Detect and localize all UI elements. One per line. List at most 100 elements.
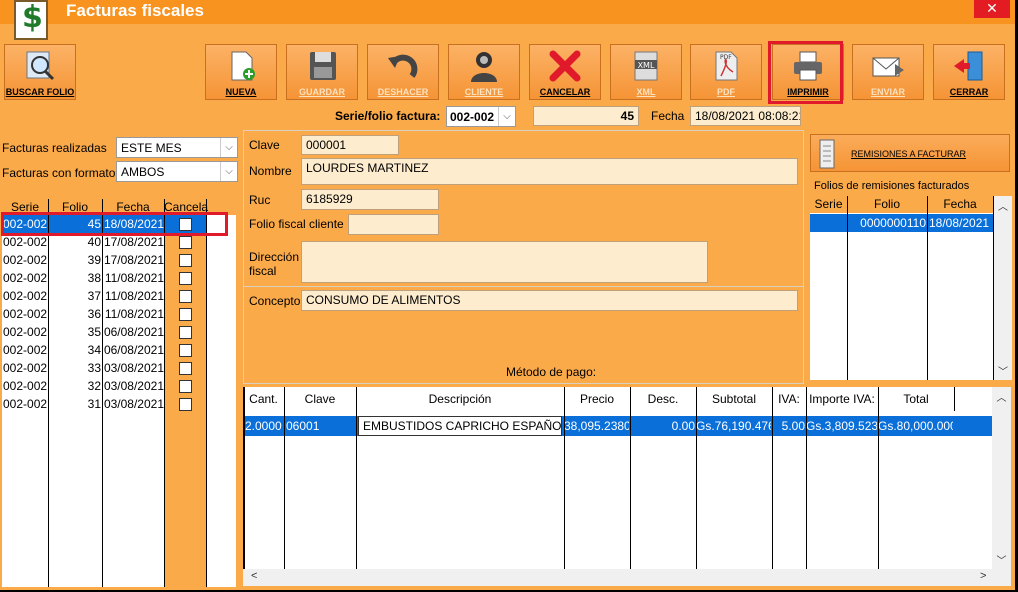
col-divider [927, 196, 928, 380]
chevron-down-icon: ⌵ [220, 162, 237, 181]
pdf-file-icon: PDF [715, 51, 738, 81]
facturas-formato-value: AMBOS [121, 165, 165, 179]
cancela-checkbox[interactable] [179, 362, 192, 375]
cancel-x-icon [549, 50, 581, 82]
concepto-field[interactable]: CONSUMO DE ALIMENTOS [301, 290, 798, 311]
title-bar: Facturas fiscales ✕ [0, 0, 1015, 24]
serie-folio-label: Serie/folio factura: [335, 109, 441, 123]
table-row[interactable]: 002-002 38 11/08/2021 [2, 269, 206, 287]
table-row[interactable]: 002-002 36 11/08/2021 [2, 305, 206, 323]
items-hscrollbar[interactable]: < > [243, 569, 1011, 586]
rem-folio-cell: 0000000110 [860, 216, 926, 230]
cancela-checkbox[interactable] [179, 380, 192, 393]
close-window-button[interactable]: ✕ [974, 0, 1010, 18]
nueva-button[interactable]: NUEVA [205, 44, 277, 100]
fecha-field[interactable]: 18/08/2021 08:08:21 [690, 106, 801, 126]
inv-serie-cell: 002-002 [3, 361, 48, 375]
folios-remisiones-label: Folios de remisiones facturados [814, 180, 970, 192]
inv-fecha-cell: 11/08/2021 [104, 307, 164, 321]
item-subtotal-cell: Gs.76,190.4761 [696, 419, 771, 433]
fecha-label: Fecha [651, 109, 685, 123]
invoice-list-grid: Serie Folio Fecha Cancela 002-002 45 18/08… [2, 199, 236, 587]
floppy-icon [310, 52, 336, 80]
guardar-button[interactable]: GUARDAR [286, 44, 358, 100]
deshacer-label: DESHACER [377, 87, 429, 97]
cancela-checkbox[interactable] [179, 326, 192, 339]
table-row[interactable]: 002-002 33 03/08/2021 [2, 359, 206, 377]
remisiones-scrollbar[interactable]: ︿ ﹀ [994, 196, 1012, 380]
cancelar-button[interactable]: CANCELAR [529, 44, 601, 100]
cancela-checkbox[interactable] [179, 344, 192, 357]
cliente-button[interactable]: CLIENTE [448, 44, 520, 100]
enviar-button[interactable]: ENVIAR [852, 44, 924, 100]
inv-serie-cell: 002-002 [3, 325, 48, 339]
col-header-folio: Folio [873, 197, 900, 211]
inv-folio-cell: 37 [87, 289, 101, 303]
col-header-subtotal: Subtotal [711, 392, 757, 406]
inv-folio-cell: 34 [87, 343, 101, 357]
cancela-cell [164, 287, 206, 305]
col-header-precio: Precio [579, 392, 614, 406]
inv-serie-cell: 002-002 [3, 379, 48, 393]
items-vscrollbar[interactable]: ︿ ﹀ [992, 387, 1011, 569]
facturas-formato-select[interactable]: AMBOS ⌵ [116, 161, 238, 182]
cancela-cell [164, 359, 206, 377]
facturas-realizadas-select[interactable]: ESTE MES ⌵ [116, 137, 238, 158]
facturas-realizadas-value: ESTE MES [121, 141, 182, 155]
cancela-checkbox[interactable] [179, 272, 192, 285]
nombre-field[interactable]: LOURDES MARTINEZ [301, 158, 798, 185]
inv-serie-cell: 002-002 [3, 271, 48, 285]
scroll-left-icon: < [251, 570, 258, 582]
table-row[interactable]: 002-002 37 11/08/2021 [2, 287, 206, 305]
item-clave-cell: 06001 [286, 419, 320, 433]
scroll-right-icon: > [980, 570, 987, 582]
metodo-pago-label: Método de pago: [506, 365, 597, 379]
selected-invoice-highlight [1, 212, 228, 236]
cancela-checkbox[interactable] [179, 398, 192, 411]
ruc-field[interactable]: 6185929 [301, 189, 439, 210]
cancela-checkbox[interactable] [179, 254, 192, 267]
col-divider [48, 199, 49, 587]
table-row[interactable]: 002-002 32 03/08/2021 [2, 377, 206, 395]
table-row[interactable]: 002-002 34 06/08/2021 [2, 341, 206, 359]
cerrar-button[interactable]: CERRAR [933, 44, 1005, 100]
col-divider [206, 199, 207, 587]
pdf-button[interactable]: PDF PDF [690, 44, 762, 100]
remisiones-button[interactable]: REMISIONES A FACTURAR [810, 134, 1010, 172]
cancela-checkbox[interactable] [179, 290, 192, 303]
svg-text:XML: XML [638, 61, 655, 70]
direccion-field[interactable] [301, 241, 708, 283]
folio-fiscal-cliente-field[interactable] [348, 214, 439, 235]
inv-serie-cell: 002-002 [3, 397, 48, 411]
xml-button[interactable]: XML XML [610, 44, 682, 100]
item-total-cell: Gs.80,000.0000 [878, 419, 953, 433]
pdf-label: PDF [717, 87, 735, 97]
col-header-total: Total [903, 392, 929, 406]
col-divider [806, 387, 807, 569]
scroll-up-icon: ︿ [998, 202, 1008, 213]
cancela-checkbox[interactable] [179, 308, 192, 321]
inv-serie-cell: 002-002 [3, 343, 48, 357]
serie-select[interactable]: 002-002 ⌵ [446, 106, 516, 127]
deshacer-button[interactable]: DESHACER [367, 44, 439, 100]
imprimir-highlight [768, 41, 843, 104]
item-iva-cell: 5.00 [781, 419, 805, 433]
item-descripcion-cell[interactable]: EMBUSTIDOS CAPRICHO ESPAÑOL [358, 416, 562, 436]
table-row[interactable]: 002-002 35 06/08/2021 [2, 323, 206, 341]
clave-field[interactable]: 000001 [301, 135, 399, 155]
col-header-desc: Desc. [647, 392, 679, 406]
table-row[interactable]: 0000000110 18/08/2021 [810, 214, 993, 232]
buscar-folio-button[interactable]: BUSCAR FOLIO [4, 44, 76, 100]
inv-folio-cell: 38 [87, 271, 101, 285]
item-importe-iva-cell: Gs.3,809.5238 [806, 419, 877, 433]
folio-field[interactable]: 45 [533, 106, 639, 126]
table-row[interactable]: 002-002 31 03/08/2021 [2, 395, 206, 413]
panel-divider [244, 286, 803, 287]
inv-serie-cell: 002-002 [3, 289, 48, 303]
col-divider [847, 196, 848, 380]
table-row[interactable]: 002-002 39 17/08/2021 [2, 251, 206, 269]
ruc-label: Ruc [249, 193, 271, 207]
inv-folio-cell: 39 [87, 253, 101, 267]
chevron-down-icon: ⌵ [498, 107, 515, 126]
cancela-checkbox[interactable] [179, 236, 192, 249]
